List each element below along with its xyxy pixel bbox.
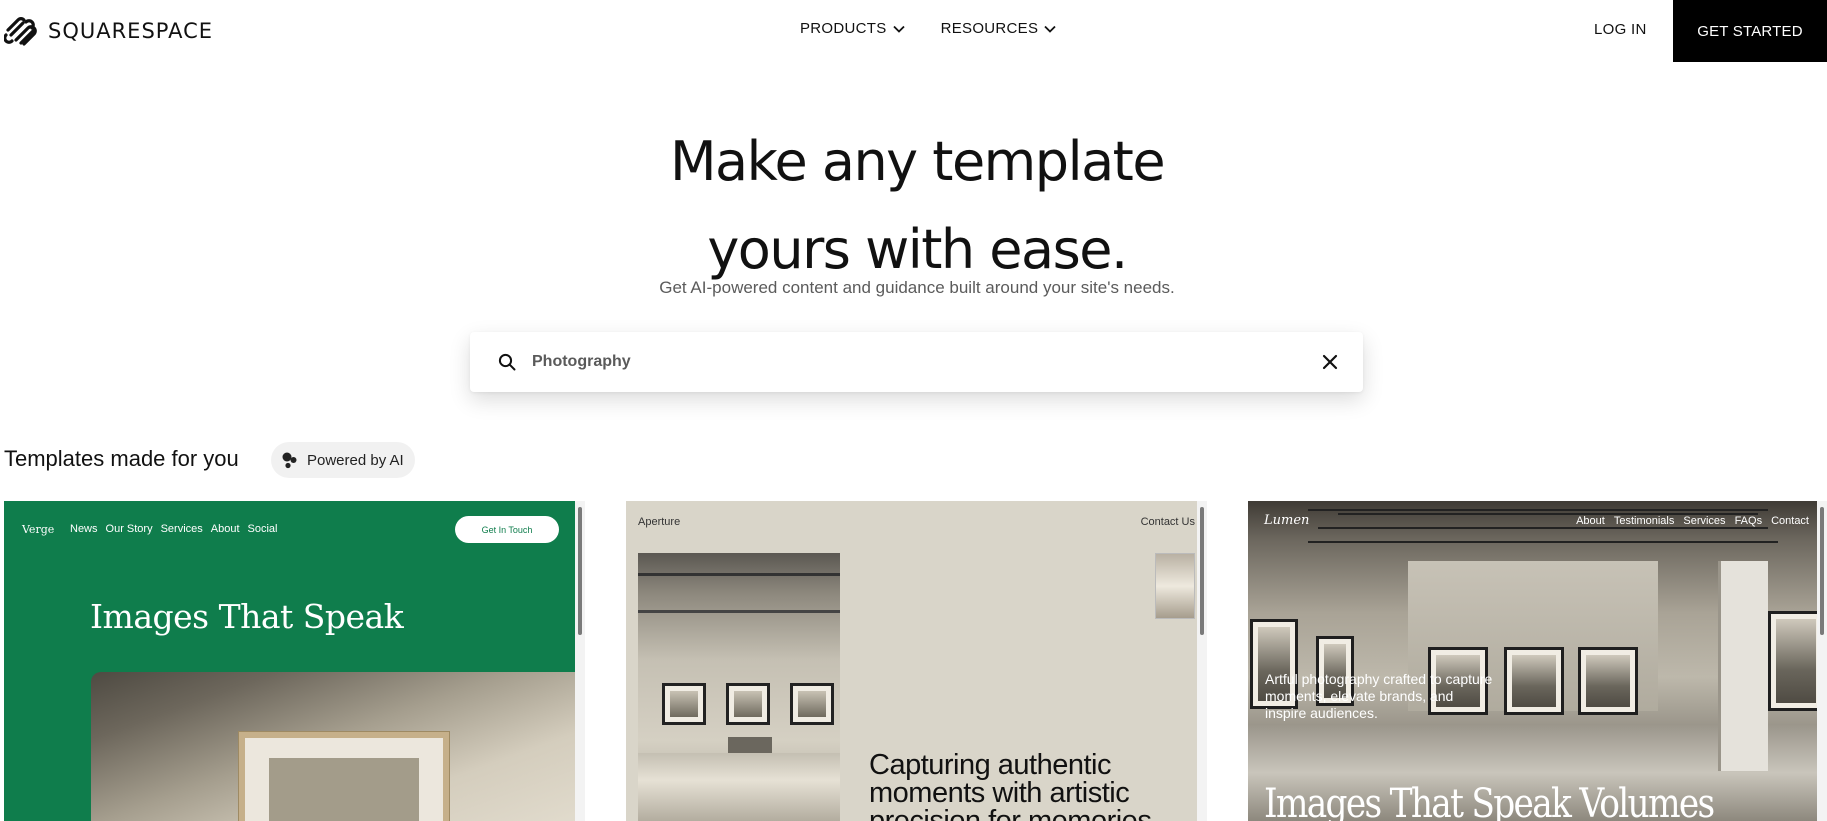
template-nav-item: News	[70, 523, 98, 535]
login-link[interactable]: LOG IN	[1594, 21, 1647, 38]
chevron-down-icon	[1044, 25, 1056, 33]
template-nav-item: Our Story	[105, 523, 153, 535]
nav-resources[interactable]: RESOURCES	[941, 20, 1057, 37]
page: SQUARESPACE PRODUCTS RESOURCES LOG IN GE…	[0, 0, 1827, 821]
ceiling-rail	[1318, 527, 1768, 529]
chevron-down-icon	[892, 25, 905, 33]
template-nav-item: About	[210, 523, 240, 535]
preview-scrollbar[interactable]	[1197, 501, 1207, 821]
top-navigation: SQUARESPACE PRODUCTS RESOURCES LOG IN GE…	[0, 0, 1827, 62]
template-heading: Images That Speak Volumes	[1264, 781, 1715, 821]
template-nav-item: Testimonials	[1613, 515, 1675, 527]
template-nav-item: Social	[247, 523, 278, 535]
brand-name: SQUARESPACE	[48, 19, 214, 43]
template-card-verge[interactable]: Verge News Our Story Services About Soci…	[4, 501, 585, 821]
template-heading: Images That Speak	[90, 597, 404, 636]
gallery-doorway	[1718, 561, 1768, 771]
hero-title: Make any template yours with ease.	[0, 118, 1827, 294]
gallery-frame	[1504, 647, 1564, 715]
template-search-bar	[470, 332, 1363, 392]
scrollbar-thumb[interactable]	[578, 507, 582, 635]
scrollbar-thumb[interactable]	[1820, 507, 1824, 635]
template-heading: Capturing authentic moments with artisti…	[869, 749, 1152, 821]
template-thumbnail-image	[1155, 553, 1195, 619]
gallery-floor	[638, 753, 840, 821]
preview-scrollbar[interactable]	[1817, 501, 1827, 821]
search-input[interactable]	[532, 346, 1232, 378]
template-nav-item: Services	[160, 523, 203, 535]
clear-search-icon[interactable]	[1321, 353, 1339, 371]
hero-subtitle: Get AI-powered content and guidance buil…	[659, 278, 1175, 297]
preview-scrollbar[interactable]	[575, 501, 585, 821]
picture-frame-artwork	[269, 758, 419, 821]
squarespace-logo-icon	[4, 17, 37, 46]
gallery-ceiling	[638, 573, 840, 613]
template-card-aperture[interactable]: Aperture Contact Us Capturing authentic …	[626, 501, 1207, 821]
search-icon	[498, 353, 516, 371]
template-tagline: Artful photography crafted to capture mo…	[1265, 671, 1493, 721]
template-card-lumen[interactable]: Lumen About Testimonials Services FAQs C…	[1248, 501, 1827, 821]
template-nav: About Testimonials Services FAQs Contact	[1576, 515, 1809, 527]
nav-resources-label: RESOURCES	[940, 20, 1039, 37]
template-gallery-image	[638, 553, 840, 821]
template-gallery-image	[1248, 501, 1827, 821]
template-nav-item: Services	[1683, 515, 1726, 527]
gallery-frame	[662, 683, 706, 725]
ai-sparkle-icon	[282, 452, 297, 469]
scrollbar-thumb[interactable]	[1200, 507, 1204, 635]
template-nav: News Our Story Services About Social	[70, 523, 278, 535]
gallery-frame	[1578, 647, 1638, 715]
main-menu: PRODUCTS RESOURCES	[800, 20, 1056, 37]
squarespace-logo[interactable]: SQUARESPACE	[4, 14, 213, 48]
template-contact-link: Contact Us	[1140, 516, 1195, 528]
powered-by-ai-badge: Powered by AI	[271, 442, 415, 478]
template-nav-item: About	[1576, 515, 1605, 527]
picture-frame	[239, 732, 449, 821]
gallery-bench	[728, 737, 772, 753]
hero-title-line-1: Make any template	[669, 130, 1166, 193]
get-started-button[interactable]: GET STARTED	[1673, 0, 1827, 62]
nav-products-label: PRODUCTS	[800, 20, 887, 37]
gallery-frame	[790, 683, 834, 725]
nav-products[interactable]: PRODUCTS	[800, 20, 905, 37]
section-title: Templates made for you	[4, 446, 239, 471]
gallery-frame	[726, 683, 770, 725]
gallery-frame	[1768, 611, 1824, 711]
ai-badge-label: Powered by AI	[307, 451, 404, 469]
ceiling-rail	[1308, 541, 1778, 543]
template-hero-image	[91, 672, 585, 821]
template-get-in-touch-button: Get In Touch	[455, 516, 559, 543]
template-brand: Aperture	[638, 516, 681, 528]
template-nav-item: FAQs	[1734, 515, 1763, 527]
template-nav-item: Contact	[1771, 515, 1809, 527]
template-brand: Verge	[22, 523, 55, 536]
template-brand: Lumen	[1264, 513, 1310, 528]
